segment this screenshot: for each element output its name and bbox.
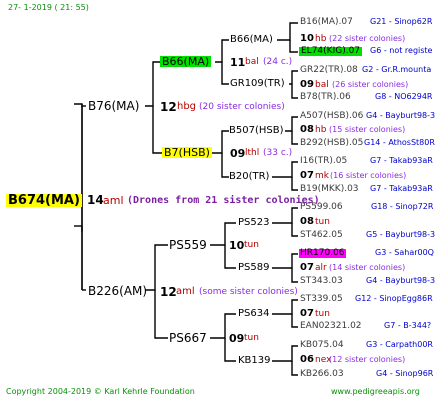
sire-a-note: (24 c.) bbox=[263, 57, 293, 67]
gen4-info: G6 - not registe bbox=[370, 46, 433, 55]
gen3-gr109-note: (26 sister colonies) bbox=[332, 80, 409, 89]
gen4-info: G21 - Sinop62R bbox=[370, 17, 433, 26]
gen3-gr109-id[interactable]: GR109(TR) bbox=[230, 79, 285, 89]
gen4-info: G4 - Sinop96R bbox=[376, 369, 434, 378]
gen3-ps523-mark: tun bbox=[315, 217, 330, 227]
gen3-b20-mark: mk bbox=[315, 171, 329, 181]
gen4-id[interactable]: ST343.03 bbox=[300, 277, 343, 286]
website-link[interactable]: www.pedigreeapis.org bbox=[331, 388, 420, 396]
gen3-ps523-id[interactable]: PS523 bbox=[238, 218, 269, 228]
root-year: 14 bbox=[87, 193, 104, 207]
gen4-info: G5 - Bayburt98-3 bbox=[366, 230, 436, 239]
gen3-b20-year: 07 bbox=[300, 170, 314, 181]
gen4-info: G7 - Takab93aR bbox=[370, 184, 433, 193]
sire-b-note: (33 c.) bbox=[263, 148, 293, 158]
gen3-b507-year: 08 bbox=[300, 124, 314, 135]
gen3-b66-year: 10 bbox=[300, 33, 314, 44]
gen3-gr109-year: 09 bbox=[300, 79, 314, 90]
sire-b-mark: lthl bbox=[245, 148, 260, 158]
gen4-id[interactable]: EL74(KIG).07 bbox=[299, 47, 363, 56]
sire-mark: hbg bbox=[177, 101, 197, 112]
gen3-kb139-id[interactable]: KB139 bbox=[238, 356, 271, 366]
gen3-b20-id[interactable]: B20(TR) bbox=[229, 172, 269, 182]
gen3-ps589-note: (14 sister colonies) bbox=[329, 263, 406, 272]
dam-mark: aml bbox=[176, 286, 195, 297]
report-date: 27- 1-2019 ( 21: 55) bbox=[8, 3, 89, 12]
gen4-info: G4 - Bayburt98-3 bbox=[366, 111, 436, 120]
gen3-ps589-mark: alr bbox=[315, 263, 327, 273]
gen4-id[interactable]: PS599.06 bbox=[300, 203, 343, 212]
gen4-info: G12 - SinopEgg86R bbox=[355, 294, 433, 303]
dam-bee-id[interactable]: B226(AM) bbox=[88, 285, 147, 297]
dam-b-mark: tun bbox=[244, 333, 259, 343]
gen3-b507-id[interactable]: B507(HSB) bbox=[229, 126, 283, 136]
gen3-ps634-mark: tun bbox=[315, 309, 330, 319]
gen4-id[interactable]: GR22(TR).08 bbox=[300, 66, 358, 75]
dam-b-year: 09 bbox=[229, 332, 245, 345]
gen4-info: G3 - Sahar00Q bbox=[375, 248, 434, 257]
gen3-ps634-year: 07 bbox=[300, 308, 314, 319]
gen3-ps589-year: 07 bbox=[300, 262, 314, 273]
sire-note: (20 sister colonies) bbox=[199, 102, 285, 112]
gen3-b66-id[interactable]: B66(MA) bbox=[230, 35, 273, 45]
gen4-id[interactable]: EAN02321.02 bbox=[300, 322, 362, 331]
sire-bee-id[interactable]: B76(MA) bbox=[88, 100, 139, 112]
dam-year: 12 bbox=[160, 285, 177, 299]
gen4-info: G14 - AthosSt80R bbox=[364, 138, 435, 147]
gen3-b20-note: (16 sister colonies) bbox=[330, 171, 407, 180]
sire-a-mark: bal bbox=[245, 57, 259, 67]
gen3-ps634-id[interactable]: PS634 bbox=[238, 309, 269, 319]
dam-b-bee-id[interactable]: PS667 bbox=[169, 332, 207, 344]
gen3-kb139-year: 06 bbox=[300, 354, 314, 365]
pedigree-chart: 27- 1-2019 ( 21: 55) B674(MA) 14 aml (Dr… bbox=[0, 0, 440, 400]
gen4-info: G8 - NO6294R bbox=[375, 92, 433, 101]
sire-a-bee-id[interactable]: B66(MA) bbox=[160, 56, 212, 67]
dam-note: (some sister colonies) bbox=[199, 287, 298, 297]
sire-b-bee-id[interactable]: B7(HSB) bbox=[162, 147, 212, 158]
gen4-id[interactable]: A507(HSB).06 bbox=[300, 112, 363, 121]
gen4-id[interactable]: ST339.05 bbox=[300, 295, 343, 304]
gen4-id[interactable]: B16(MA).07 bbox=[300, 18, 353, 27]
gen3-b66-mark: hb bbox=[315, 34, 327, 44]
gen3-ps523-year: 08 bbox=[300, 216, 314, 227]
sire-a-year: 11 bbox=[230, 56, 246, 69]
gen4-id[interactable]: KB075.04 bbox=[300, 341, 344, 350]
dam-a-mark: tun bbox=[244, 240, 259, 250]
gen4-id[interactable]: B78(TR).06 bbox=[300, 93, 351, 102]
gen4-id[interactable]: I16(TR).05 bbox=[300, 157, 347, 166]
gen4-id[interactable]: B19(MKK).03 bbox=[300, 185, 359, 194]
dam-a-year: 10 bbox=[229, 239, 245, 252]
sire-b-year: 09 bbox=[230, 147, 246, 160]
gen3-b507-mark: hb bbox=[315, 125, 327, 135]
root-bee-id[interactable]: B674(MA) bbox=[6, 194, 82, 207]
gen3-gr109-mark: bal bbox=[315, 80, 329, 90]
gen4-info: G2 - Gr.R.mounta bbox=[362, 65, 432, 74]
gen3-b507-note: (15 sister colonies) bbox=[329, 125, 406, 134]
gen4-info: G7 - B-344? bbox=[384, 321, 432, 330]
root-mark: aml bbox=[103, 194, 124, 207]
sire-year: 12 bbox=[160, 100, 177, 114]
gen4-info: G18 - Sinop72R bbox=[371, 202, 434, 211]
copyright-text: Copyright 2004-2019 © Karl Kehrle Founda… bbox=[6, 387, 195, 396]
gen3-ps589-id[interactable]: PS589 bbox=[238, 263, 269, 273]
gen3-kb139-note: (12 sister colonies) bbox=[329, 355, 406, 364]
gen4-info: G7 - Takab93aR bbox=[370, 156, 433, 165]
gen4-info: G4 - Bayburt98-3 bbox=[366, 276, 436, 285]
gen4-id[interactable]: HR170.06 bbox=[299, 249, 346, 258]
gen4-info: G3 - Carpath00R bbox=[366, 340, 433, 349]
gen4-id[interactable]: ST462.05 bbox=[300, 231, 343, 240]
dam-a-bee-id[interactable]: PS559 bbox=[169, 239, 207, 251]
gen4-id[interactable]: B292(HSB).05 bbox=[300, 139, 363, 148]
gen4-id[interactable]: KB266.03 bbox=[300, 370, 344, 379]
root-note: (Drones from 21 sister colonies) bbox=[127, 195, 320, 206]
gen3-b66-note: (22 sister colonies) bbox=[329, 34, 406, 43]
